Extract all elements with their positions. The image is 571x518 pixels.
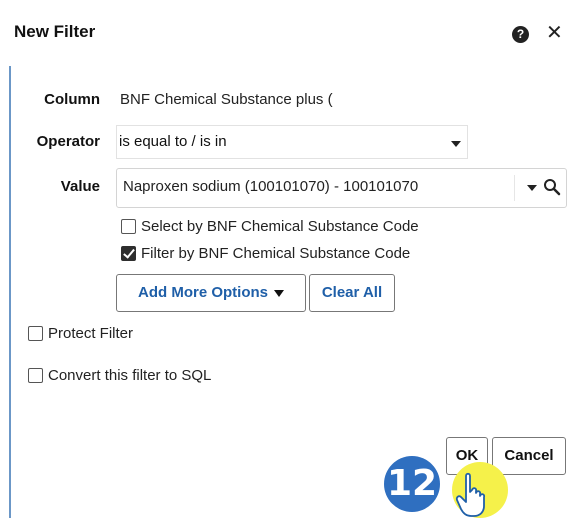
value-combobox[interactable]: Naproxen sodium (100101070) - 100101070 xyxy=(116,168,567,208)
hand-pointer-icon xyxy=(455,472,486,517)
add-more-options-label: Add More Options xyxy=(138,284,268,301)
close-icon[interactable]: ✕ xyxy=(546,22,563,44)
value-divider xyxy=(514,175,515,201)
dialog-left-border xyxy=(9,66,11,518)
clear-all-button[interactable]: Clear All xyxy=(309,274,395,312)
chevron-down-icon xyxy=(451,141,461,147)
dialog-title: New Filter xyxy=(14,22,96,41)
select-by-code-checkbox[interactable] xyxy=(121,219,136,234)
operator-selected-value: is equal to / is in xyxy=(119,133,227,150)
cancel-button[interactable]: Cancel xyxy=(492,437,566,475)
filter-by-code-checkbox[interactable] xyxy=(121,246,136,261)
column-label: Column xyxy=(44,91,100,108)
convert-sql-label: Convert this filter to SQL xyxy=(48,367,212,384)
help-icon[interactable]: ? xyxy=(512,26,529,43)
add-more-options-button[interactable]: Add More Options xyxy=(116,274,306,312)
select-by-code-label: Select by BNF Chemical Substance Code xyxy=(141,218,419,235)
operator-select[interactable]: is equal to / is in xyxy=(116,125,468,159)
filter-by-code-label: Filter by BNF Chemical Substance Code xyxy=(141,245,411,262)
column-value: BNF Chemical Substance plus ( xyxy=(120,91,333,108)
chevron-down-icon xyxy=(274,289,284,297)
new-filter-dialog: New Filter ? ✕ Column BNF Chemical Subst… xyxy=(0,0,571,518)
protect-filter-checkbox[interactable] xyxy=(28,326,43,341)
step-number-badge: 12 xyxy=(384,456,440,512)
value-selected-text: Naproxen sodium (100101070) - 100101070 xyxy=(123,178,419,195)
search-icon[interactable] xyxy=(543,178,561,196)
value-dropdown-icon[interactable] xyxy=(527,185,537,191)
protect-filter-label: Protect Filter xyxy=(48,325,134,342)
convert-sql-checkbox[interactable] xyxy=(28,368,43,383)
operator-label: Operator xyxy=(36,133,100,150)
value-label: Value xyxy=(60,178,100,195)
